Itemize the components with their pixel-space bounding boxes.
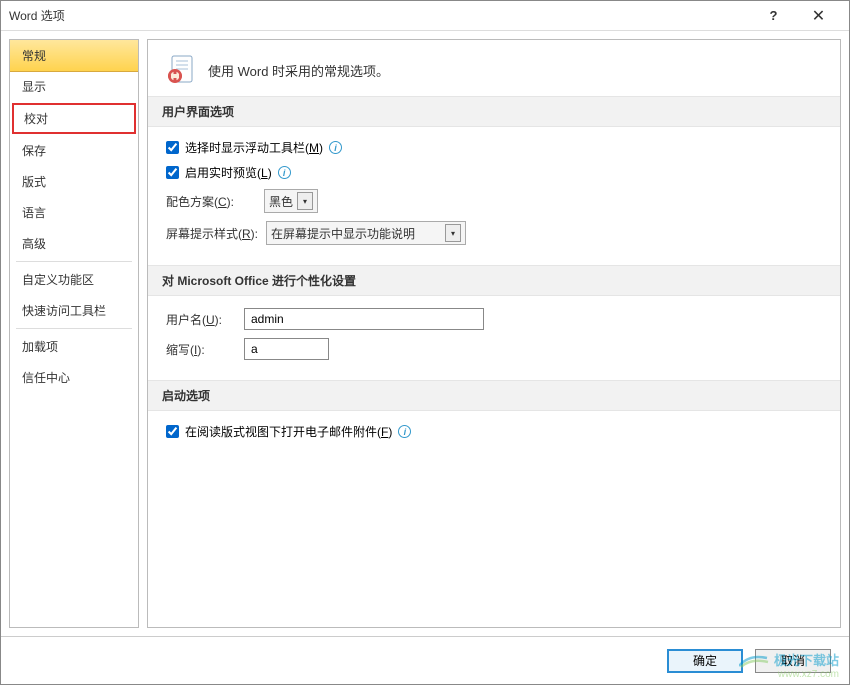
main-panel: 使用 Word 时采用的常规选项。 用户界面选项 选择时显示浮动工具栏(M) i…: [147, 39, 841, 628]
sidebar-item-proofing[interactable]: 校对: [12, 103, 136, 134]
live-preview-label: 启用实时预览(L): [185, 164, 272, 181]
section-ui-body: 选择时显示浮动工具栏(M) i 启用实时预览(L) i 配色方案(C): 黑色 …: [148, 127, 840, 265]
sidebar-item-save[interactable]: 保存: [10, 135, 138, 166]
bottom-bar: 极光下载站 www.xz7.com 确定 取消: [1, 636, 849, 684]
floating-toolbar-label: 选择时显示浮动工具栏(M): [185, 139, 323, 156]
section-startup-body: 在阅读版式视图下打开电子邮件附件(F) i: [148, 411, 840, 460]
close-button[interactable]: ✕: [796, 1, 841, 31]
section-personal-header: 对 Microsoft Office 进行个性化设置: [148, 265, 840, 296]
sidebar-item-advanced[interactable]: 高级: [10, 228, 138, 259]
username-input[interactable]: [244, 308, 484, 330]
color-scheme-label: 配色方案(C):: [166, 193, 256, 210]
reading-view-checkbox[interactable]: [166, 425, 179, 438]
window-title: Word 选项: [9, 7, 751, 24]
sidebar-separator: [16, 328, 132, 329]
cancel-button[interactable]: 取消: [755, 649, 831, 673]
titlebar: Word 选项 ? ✕: [1, 1, 849, 31]
username-label: 用户名(U):: [166, 311, 236, 328]
floating-toolbar-checkbox[interactable]: [166, 141, 179, 154]
options-icon: [166, 54, 198, 86]
color-scheme-select[interactable]: 黑色 ▾: [264, 189, 318, 213]
help-button[interactable]: ?: [751, 1, 796, 31]
initials-label: 缩写(I):: [166, 341, 236, 358]
chevron-down-icon: ▾: [297, 192, 313, 210]
section-personal-body: 用户名(U): 缩写(I):: [148, 296, 840, 380]
section-ui-header: 用户界面选项: [148, 96, 840, 127]
header-text: 使用 Word 时采用的常规选项。: [208, 61, 389, 80]
chevron-down-icon: ▾: [445, 224, 461, 242]
sidebar-separator: [16, 261, 132, 262]
tooltip-style-label: 屏幕提示样式(R):: [166, 225, 258, 242]
tooltip-style-select[interactable]: 在屏幕提示中显示功能说明 ▾: [266, 221, 466, 245]
sidebar-item-language[interactable]: 语言: [10, 197, 138, 228]
titlebar-controls: ? ✕: [751, 1, 841, 31]
info-icon[interactable]: i: [329, 141, 342, 154]
info-icon[interactable]: i: [398, 425, 411, 438]
initials-input[interactable]: [244, 338, 329, 360]
live-preview-checkbox[interactable]: [166, 166, 179, 179]
sidebar-item-quick-access[interactable]: 快速访问工具栏: [10, 295, 138, 326]
sidebar-item-customize-ribbon[interactable]: 自定义功能区: [10, 264, 138, 295]
reading-view-label: 在阅读版式视图下打开电子邮件附件(F): [185, 423, 392, 440]
sidebar-item-display[interactable]: 显示: [10, 71, 138, 102]
page-header: 使用 Word 时采用的常规选项。: [148, 40, 840, 96]
ok-button[interactable]: 确定: [667, 649, 743, 673]
info-icon[interactable]: i: [278, 166, 291, 179]
section-startup-header: 启动选项: [148, 380, 840, 411]
content-area: 常规 显示 校对 保存 版式 语言 高级 自定义功能区 快速访问工具栏 加载项 …: [1, 31, 849, 636]
sidebar: 常规 显示 校对 保存 版式 语言 高级 自定义功能区 快速访问工具栏 加载项 …: [9, 39, 139, 628]
sidebar-item-general[interactable]: 常规: [9, 39, 139, 72]
word-options-dialog: Word 选项 ? ✕ 常规 显示 校对 保存 版式 语言 高级 自定义功能区 …: [0, 0, 850, 685]
sidebar-item-addins[interactable]: 加载项: [10, 331, 138, 362]
sidebar-item-trust-center[interactable]: 信任中心: [10, 362, 138, 393]
sidebar-item-layout[interactable]: 版式: [10, 166, 138, 197]
